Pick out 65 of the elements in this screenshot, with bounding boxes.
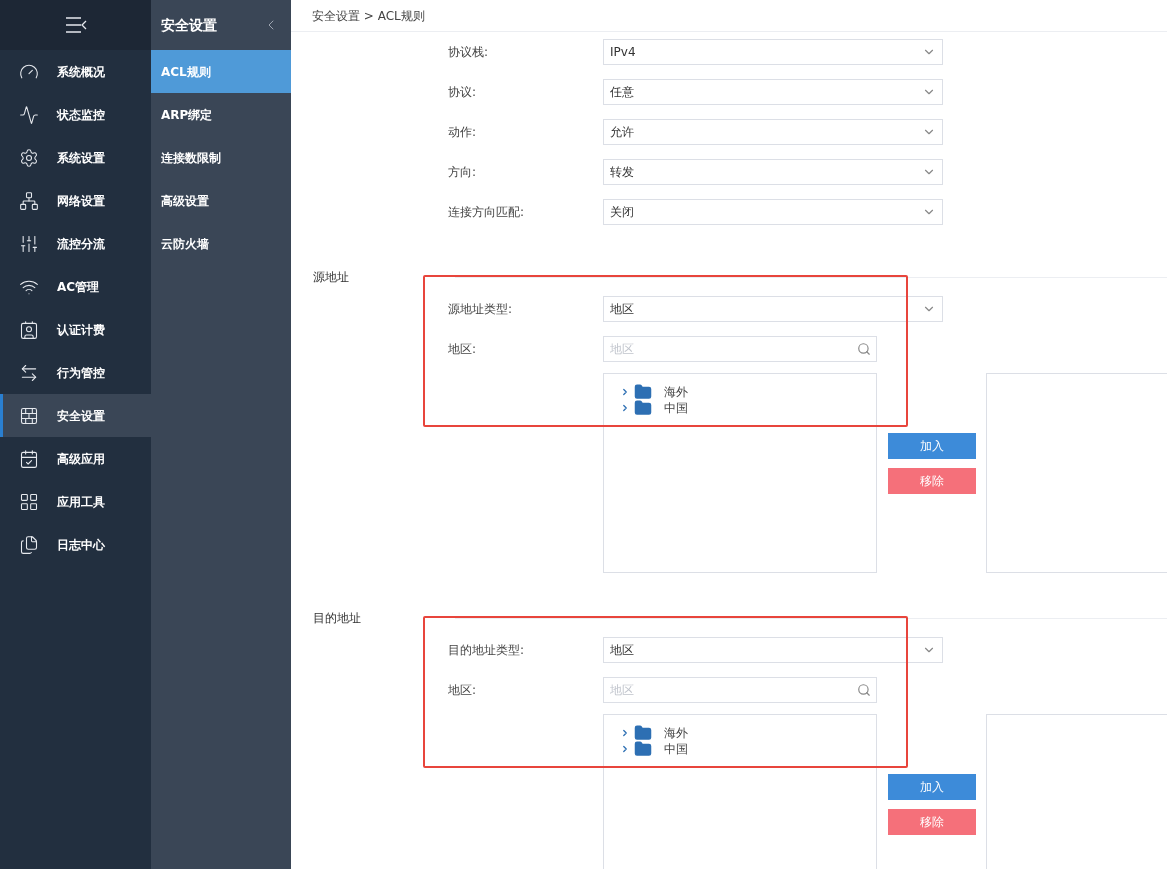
section-title: 目的地址	[312, 610, 362, 627]
sidebar-item[interactable]: AC管理	[0, 265, 151, 308]
submenu-item[interactable]: 连接数限制	[151, 136, 291, 179]
field-label: 源地址类型:	[448, 301, 514, 318]
settings-icon	[19, 147, 39, 168]
add-button[interactable]: 加入	[888, 433, 976, 459]
select-field[interactable]: 地区	[603, 296, 943, 322]
folder-icon	[634, 383, 652, 401]
sidebar-item[interactable]: 流控分流	[0, 222, 151, 265]
select-field[interactable]: 地区	[603, 637, 943, 663]
id-card-icon	[19, 319, 39, 340]
sidebar-item[interactable]: 行为管控	[0, 351, 151, 394]
add-button[interactable]: 加入	[888, 774, 976, 800]
field-label: 连接方向匹配:	[448, 204, 526, 221]
expand-caret-icon[interactable]	[620, 403, 630, 413]
sidebar-item[interactable]: 系统设置	[0, 136, 151, 179]
expand-caret-icon[interactable]	[620, 728, 630, 738]
pulse-icon	[19, 104, 39, 125]
sidebar-item[interactable]: 状态监控	[0, 93, 151, 136]
folder-icon	[634, 740, 652, 758]
menu-collapse-icon[interactable]	[63, 16, 88, 34]
select-field[interactable]: IPv4	[603, 39, 943, 65]
breadcrumb: 安全设置 > ACL规则	[312, 7, 425, 25]
field-label: 方向:	[448, 164, 478, 181]
select-field[interactable]: 关闭	[603, 199, 943, 225]
submenu-item[interactable]: 高级设置	[151, 179, 291, 222]
search-field[interactable]: 地区	[603, 677, 877, 703]
apps-icon	[19, 491, 39, 512]
files-icon	[19, 534, 39, 555]
sidebar-item[interactable]: 网络设置	[0, 179, 151, 222]
tree-item[interactable]: 海外	[664, 724, 688, 742]
tree-item[interactable]: 中国	[664, 740, 688, 758]
calendar-check-icon	[19, 448, 39, 469]
sidebar-item[interactable]: 日志中心	[0, 523, 151, 566]
field-label: 协议:	[448, 84, 478, 101]
network-icon	[19, 190, 39, 211]
search-icon	[857, 342, 871, 356]
sidebar-item[interactable]: 认证计费	[0, 308, 151, 351]
folder-icon	[634, 724, 652, 742]
sliders-icon	[19, 233, 39, 254]
sidebar-item[interactable]: 系统概况	[0, 50, 151, 93]
expand-caret-icon[interactable]	[620, 744, 630, 754]
select-field[interactable]: 允许	[603, 119, 943, 145]
arrows-icon	[19, 362, 39, 383]
sidebar-item[interactable]: 应用工具	[0, 480, 151, 523]
field-label: 地区:	[448, 341, 478, 358]
tree-item[interactable]: 中国	[664, 399, 688, 417]
submenu-item[interactable]: ARP绑定	[151, 93, 291, 136]
field-label: 动作:	[448, 124, 478, 141]
folder-icon	[634, 399, 652, 417]
field-label: 地区:	[448, 682, 478, 699]
submenu-title: 安全设置	[161, 15, 217, 35]
submenu-item[interactable]: 云防火墙	[151, 222, 291, 265]
field-label: 协议栈:	[448, 44, 490, 61]
sidebar-item[interactable]: 安全设置	[0, 394, 151, 437]
field-label: 目的地址类型:	[448, 642, 526, 659]
search-field[interactable]: 地区	[603, 336, 877, 362]
select-field[interactable]: 转发	[603, 159, 943, 185]
brick-wall-icon	[19, 405, 39, 426]
select-field[interactable]: 任意	[603, 79, 943, 105]
section-title: 源地址	[312, 269, 350, 286]
expand-caret-icon[interactable]	[620, 387, 630, 397]
sidebar-item[interactable]: 高级应用	[0, 437, 151, 480]
search-icon	[857, 683, 871, 697]
tree-item[interactable]: 海外	[664, 383, 688, 401]
